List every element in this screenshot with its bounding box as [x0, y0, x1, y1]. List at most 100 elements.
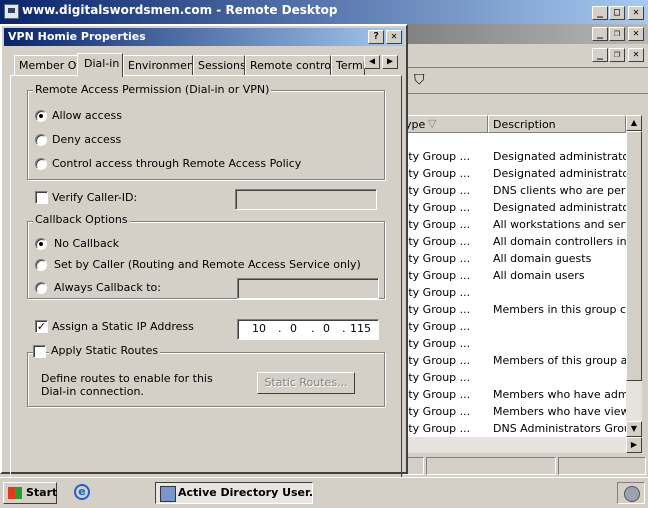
dialog-close-button[interactable]: ✕: [386, 30, 402, 44]
dialog-title: VPN Homie Properties: [8, 30, 146, 43]
table-row[interactable]: Security Group ... Designated administrat…: [400, 167, 626, 184]
tab-remote-control[interactable]: Remote control: [245, 55, 331, 75]
taskbar-active-directory[interactable]: Active Directory User...: [155, 482, 313, 504]
static-routes-button[interactable]: Static Routes...: [257, 372, 355, 394]
ad-vertical-scrollbar[interactable]: ▲ ▼: [626, 115, 642, 437]
row-type: Security Group ...: [400, 252, 471, 265]
static-routes-checkbox[interactable]: [33, 345, 46, 358]
scroll-down-arrow-icon[interactable]: ▼: [626, 421, 642, 437]
tab-scroll-left-icon[interactable]: ◀: [364, 55, 380, 69]
table-row[interactable]: Security Group ... DNS clients who are pe…: [400, 184, 626, 201]
tab-sessions[interactable]: Sessions: [193, 55, 245, 75]
remote-desktop-icon: [4, 4, 19, 19]
ip-octet-2: 0: [290, 322, 297, 335]
allow-access-radio[interactable]: [35, 110, 47, 122]
tab-member-of[interactable]: Member Of: [14, 55, 78, 75]
table-row[interactable]: Security Group ... All domain users: [400, 269, 626, 286]
ad-child-close-button[interactable]: ✕: [628, 48, 644, 62]
static-routes-description: Define routes to enable for this Dial-in…: [41, 372, 213, 398]
internet-explorer-icon[interactable]: e: [74, 484, 90, 500]
ip-dot: .: [311, 322, 315, 335]
taskbar: Start e Active Directory User...: [0, 477, 648, 508]
column-header-description[interactable]: Description: [488, 115, 626, 133]
system-tray: [617, 482, 645, 504]
row-type: User: [400, 133, 482, 146]
always-callback-label: Always Callback to:: [54, 281, 161, 294]
ad-close-button[interactable]: ✕: [628, 27, 644, 41]
row-description: All domain users: [493, 269, 585, 282]
table-row[interactable]: Security Group ... Members who have admin…: [400, 388, 626, 405]
table-row[interactable]: Security Group ... All domain guests: [400, 252, 626, 269]
ip-octet-3: 0: [323, 322, 330, 335]
always-callback-radio[interactable]: [35, 282, 47, 294]
no-callback-label: No Callback: [54, 237, 120, 250]
set-by-caller-radio[interactable]: [35, 259, 47, 271]
table-row[interactable]: Security Group ... All workstations and s…: [400, 218, 626, 235]
row-description: DNS Administrators Group: [493, 422, 626, 435]
close-button[interactable]: ✕: [628, 6, 644, 20]
minimize-button[interactable]: _: [592, 6, 608, 20]
maximize-button[interactable]: □: [609, 6, 625, 20]
dialog-title-bar: VPN Homie Properties: [4, 28, 404, 46]
tab-scroll-right-icon[interactable]: ▶: [382, 55, 398, 69]
static-ip-checkbox[interactable]: ✓: [35, 320, 48, 333]
table-row[interactable]: Security Group ...: [400, 320, 626, 337]
row-description: Members in this group can modify: [493, 303, 626, 316]
table-row[interactable]: Security Group ... Designated administrat…: [400, 201, 626, 218]
table-row[interactable]: Security Group ...: [400, 286, 626, 303]
table-row[interactable]: Security Group ... Members who have view-…: [400, 405, 626, 422]
tab-dial-in[interactable]: Dial-in: [77, 53, 123, 77]
ad-toolbar: ⛉: [400, 68, 648, 94]
filter-icon[interactable]: ⛉: [414, 72, 432, 90]
remote-desktop-title: www.digitalswordsmen.com - Remote Deskto…: [22, 3, 338, 17]
table-row[interactable]: Security Group ... Members in this group …: [400, 303, 626, 320]
row-type: Security Group ...: [400, 354, 471, 367]
ip-dot: .: [278, 322, 282, 335]
scroll-up-arrow-icon[interactable]: ▲: [626, 115, 642, 131]
caller-id-field[interactable]: [235, 189, 377, 210]
table-row[interactable]: Security Group ... Members of this group …: [400, 354, 626, 371]
table-row[interactable]: Security Group ...: [400, 371, 626, 388]
table-row[interactable]: Security Group ...: [400, 337, 626, 354]
ip-dot: .: [342, 322, 346, 335]
static-ip-field[interactable]: 10 . 0 . 0 . 115: [237, 319, 379, 340]
scroll-right-arrow-icon[interactable]: ▶: [626, 437, 642, 453]
vpn-homie-properties-dialog: VPN Homie Properties ? ✕ Member Of Dial-…: [0, 24, 408, 492]
help-button[interactable]: ?: [368, 30, 384, 44]
row-description: Designated administrators of the domain: [493, 150, 626, 163]
table-row[interactable]: Security Group ... All domain controllers…: [400, 235, 626, 252]
table-row[interactable]: Security Group ... Designated administrat…: [400, 150, 626, 167]
ad-minimize-button[interactable]: _: [592, 27, 608, 41]
table-row[interactable]: User: [400, 133, 626, 150]
row-type: Security Group ...: [400, 218, 471, 231]
deny-access-radio[interactable]: [35, 134, 47, 146]
start-button[interactable]: Start: [3, 482, 57, 504]
row-type: Security Group ...: [400, 422, 471, 435]
callback-number-field[interactable]: [237, 278, 379, 299]
remote-desktop-title-bar: www.digitalswordsmen.com - Remote Deskto…: [0, 0, 648, 24]
row-type: Security Group ...: [400, 388, 471, 401]
table-row[interactable]: Security Group ... DNS Administrators Gro…: [400, 422, 626, 437]
ad-child-restore-button[interactable]: ❐: [609, 48, 625, 62]
ip-octet-4: 115: [350, 322, 371, 335]
static-routes-label: Apply Static Routes: [49, 344, 161, 357]
row-description: Members who have administrative: [493, 388, 626, 401]
ad-horizontal-scrollbar[interactable]: ▶: [400, 437, 642, 453]
row-description: Designated administrators of the enterpr…: [493, 201, 626, 214]
no-callback-radio[interactable]: [35, 238, 47, 250]
row-description: All workstations and servers: [493, 218, 626, 231]
tab-environment[interactable]: Environment: [123, 55, 193, 75]
verify-caller-id-checkbox[interactable]: [35, 191, 48, 204]
scroll-thumb[interactable]: [626, 131, 642, 381]
row-type: Security Group ...: [400, 150, 471, 163]
column-header-type[interactable]: Type ▽: [395, 115, 488, 133]
ad-restore-button[interactable]: ❐: [609, 27, 625, 41]
policy-access-radio[interactable]: [35, 158, 47, 170]
ad-child-minimize-button[interactable]: _: [592, 48, 608, 62]
tab-terminal[interactable]: Terminal: [331, 55, 365, 75]
row-type: Security Group ...: [400, 286, 471, 299]
row-description: Designated administrators of the schema: [493, 167, 626, 180]
row-description: Members of this group are permitted: [493, 354, 626, 367]
set-by-caller-label: Set by Caller (Routing and Remote Access…: [54, 258, 361, 271]
verify-caller-id-label: Verify Caller-ID:: [52, 191, 138, 204]
